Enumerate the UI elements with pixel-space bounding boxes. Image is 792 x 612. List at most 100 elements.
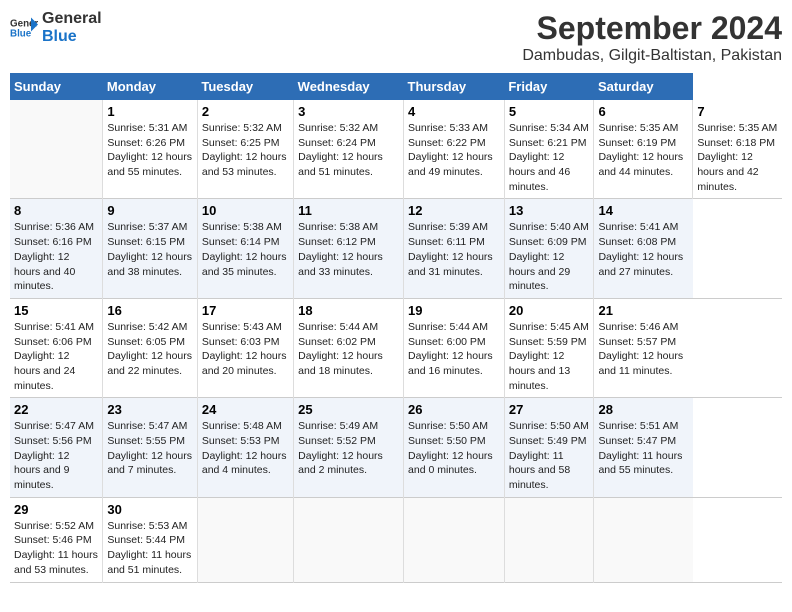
day-number: 2: [202, 104, 289, 119]
day-info: Sunrise: 5:45 AM Sunset: 5:59 PM Dayligh…: [509, 320, 590, 393]
day-number: 10: [202, 203, 289, 218]
calendar-cell: [294, 497, 404, 582]
day-info: Sunrise: 5:38 AM Sunset: 6:12 PM Dayligh…: [298, 220, 399, 279]
day-info: Sunrise: 5:34 AM Sunset: 6:21 PM Dayligh…: [509, 121, 590, 194]
calendar-cell: 3 Sunrise: 5:32 AM Sunset: 6:24 PM Dayli…: [294, 100, 404, 199]
day-number: 15: [14, 303, 98, 318]
day-number: 13: [509, 203, 590, 218]
calendar-week-3: 15 Sunrise: 5:41 AM Sunset: 6:06 PM Dayl…: [10, 298, 782, 397]
day-info: Sunrise: 5:41 AM Sunset: 6:06 PM Dayligh…: [14, 320, 98, 393]
day-info: Sunrise: 5:44 AM Sunset: 6:02 PM Dayligh…: [298, 320, 399, 379]
calendar-cell: 15 Sunrise: 5:41 AM Sunset: 6:06 PM Dayl…: [10, 298, 103, 397]
calendar-cell: 18 Sunrise: 5:44 AM Sunset: 6:02 PM Dayl…: [294, 298, 404, 397]
day-number: 8: [14, 203, 98, 218]
day-info: Sunrise: 5:36 AM Sunset: 6:16 PM Dayligh…: [14, 220, 98, 293]
calendar-table: SundayMondayTuesdayWednesdayThursdayFrid…: [10, 73, 782, 583]
calendar-cell: 30 Sunrise: 5:53 AM Sunset: 5:44 PM Dayl…: [103, 497, 198, 582]
day-info: Sunrise: 5:53 AM Sunset: 5:44 PM Dayligh…: [107, 519, 193, 578]
day-number: 1: [107, 104, 193, 119]
header-cell-tuesday: Tuesday: [197, 73, 293, 100]
calendar-cell: 29 Sunrise: 5:52 AM Sunset: 5:46 PM Dayl…: [10, 497, 103, 582]
calendar-body: 1 Sunrise: 5:31 AM Sunset: 6:26 PM Dayli…: [10, 100, 782, 582]
day-number: 17: [202, 303, 289, 318]
day-info: Sunrise: 5:33 AM Sunset: 6:22 PM Dayligh…: [408, 121, 500, 180]
calendar-week-2: 8 Sunrise: 5:36 AM Sunset: 6:16 PM Dayli…: [10, 199, 782, 298]
calendar-week-4: 22 Sunrise: 5:47 AM Sunset: 5:56 PM Dayl…: [10, 398, 782, 497]
day-info: Sunrise: 5:51 AM Sunset: 5:47 PM Dayligh…: [598, 419, 688, 478]
calendar-cell: 16 Sunrise: 5:42 AM Sunset: 6:05 PM Dayl…: [103, 298, 198, 397]
day-info: Sunrise: 5:52 AM Sunset: 5:46 PM Dayligh…: [14, 519, 98, 578]
calendar-cell: 28 Sunrise: 5:51 AM Sunset: 5:47 PM Dayl…: [594, 398, 693, 497]
day-number: 19: [408, 303, 500, 318]
day-number: 16: [107, 303, 193, 318]
calendar-cell: 19 Sunrise: 5:44 AM Sunset: 6:00 PM Dayl…: [404, 298, 505, 397]
calendar-cell: 6 Sunrise: 5:35 AM Sunset: 6:19 PM Dayli…: [594, 100, 693, 199]
calendar-cell: 25 Sunrise: 5:49 AM Sunset: 5:52 PM Dayl…: [294, 398, 404, 497]
calendar-cell: 5 Sunrise: 5:34 AM Sunset: 6:21 PM Dayli…: [504, 100, 594, 199]
header-cell-sunday: Sunday: [10, 73, 103, 100]
calendar-cell: 12 Sunrise: 5:39 AM Sunset: 6:11 PM Dayl…: [404, 199, 505, 298]
day-info: Sunrise: 5:46 AM Sunset: 5:57 PM Dayligh…: [598, 320, 688, 379]
calendar-cell: [404, 497, 505, 582]
calendar-cell: 27 Sunrise: 5:50 AM Sunset: 5:49 PM Dayl…: [504, 398, 594, 497]
calendar-cell: [197, 497, 293, 582]
calendar-cell: 13 Sunrise: 5:40 AM Sunset: 6:09 PM Dayl…: [504, 199, 594, 298]
header-cell-saturday: Saturday: [594, 73, 693, 100]
day-number: 23: [107, 402, 193, 417]
calendar-cell: 4 Sunrise: 5:33 AM Sunset: 6:22 PM Dayli…: [404, 100, 505, 199]
title-block: September 2024 Dambudas, Gilgit-Baltista…: [522, 10, 782, 65]
day-info: Sunrise: 5:49 AM Sunset: 5:52 PM Dayligh…: [298, 419, 399, 478]
day-info: Sunrise: 5:42 AM Sunset: 6:05 PM Dayligh…: [107, 320, 193, 379]
day-info: Sunrise: 5:38 AM Sunset: 6:14 PM Dayligh…: [202, 220, 289, 279]
day-info: Sunrise: 5:43 AM Sunset: 6:03 PM Dayligh…: [202, 320, 289, 379]
calendar-cell: 20 Sunrise: 5:45 AM Sunset: 5:59 PM Dayl…: [504, 298, 594, 397]
calendar-cell: 21 Sunrise: 5:46 AM Sunset: 5:57 PM Dayl…: [594, 298, 693, 397]
day-number: 20: [509, 303, 590, 318]
day-info: Sunrise: 5:41 AM Sunset: 6:08 PM Dayligh…: [598, 220, 688, 279]
logo-line1: General: [42, 10, 102, 28]
day-number: 11: [298, 203, 399, 218]
day-number: 5: [509, 104, 590, 119]
day-number: 29: [14, 502, 98, 517]
day-info: Sunrise: 5:35 AM Sunset: 6:18 PM Dayligh…: [697, 121, 778, 194]
day-number: 7: [697, 104, 778, 119]
page-header: General Blue General Blue September 2024…: [10, 10, 782, 65]
day-info: Sunrise: 5:47 AM Sunset: 5:56 PM Dayligh…: [14, 419, 98, 492]
calendar-cell: 26 Sunrise: 5:50 AM Sunset: 5:50 PM Dayl…: [404, 398, 505, 497]
day-number: 3: [298, 104, 399, 119]
calendar-header: SundayMondayTuesdayWednesdayThursdayFrid…: [10, 73, 782, 100]
day-info: Sunrise: 5:50 AM Sunset: 5:49 PM Dayligh…: [509, 419, 590, 492]
calendar-week-1: 1 Sunrise: 5:31 AM Sunset: 6:26 PM Dayli…: [10, 100, 782, 199]
day-number: 27: [509, 402, 590, 417]
day-number: 30: [107, 502, 193, 517]
day-number: 18: [298, 303, 399, 318]
calendar-cell: 23 Sunrise: 5:47 AM Sunset: 5:55 PM Dayl…: [103, 398, 198, 497]
day-number: 14: [598, 203, 688, 218]
day-info: Sunrise: 5:48 AM Sunset: 5:53 PM Dayligh…: [202, 419, 289, 478]
day-number: 6: [598, 104, 688, 119]
header-cell-friday: Friday: [504, 73, 594, 100]
calendar-cell: 17 Sunrise: 5:43 AM Sunset: 6:03 PM Dayl…: [197, 298, 293, 397]
day-info: Sunrise: 5:35 AM Sunset: 6:19 PM Dayligh…: [598, 121, 688, 180]
day-number: 24: [202, 402, 289, 417]
calendar-cell: 9 Sunrise: 5:37 AM Sunset: 6:15 PM Dayli…: [103, 199, 198, 298]
header-cell-monday: Monday: [103, 73, 198, 100]
calendar-cell: 8 Sunrise: 5:36 AM Sunset: 6:16 PM Dayli…: [10, 199, 103, 298]
header-cell-thursday: Thursday: [404, 73, 505, 100]
page-title: September 2024: [522, 10, 782, 47]
calendar-cell: 11 Sunrise: 5:38 AM Sunset: 6:12 PM Dayl…: [294, 199, 404, 298]
day-number: 22: [14, 402, 98, 417]
day-info: Sunrise: 5:32 AM Sunset: 6:25 PM Dayligh…: [202, 121, 289, 180]
calendar-cell: 14 Sunrise: 5:41 AM Sunset: 6:08 PM Dayl…: [594, 199, 693, 298]
day-number: 12: [408, 203, 500, 218]
calendar-cell: [10, 100, 103, 199]
calendar-week-5: 29 Sunrise: 5:52 AM Sunset: 5:46 PM Dayl…: [10, 497, 782, 582]
day-number: 4: [408, 104, 500, 119]
day-number: 25: [298, 402, 399, 417]
page-subtitle: Dambudas, Gilgit-Baltistan, Pakistan: [522, 47, 782, 65]
day-info: Sunrise: 5:40 AM Sunset: 6:09 PM Dayligh…: [509, 220, 590, 293]
day-info: Sunrise: 5:47 AM Sunset: 5:55 PM Dayligh…: [107, 419, 193, 478]
day-info: Sunrise: 5:50 AM Sunset: 5:50 PM Dayligh…: [408, 419, 500, 478]
day-info: Sunrise: 5:44 AM Sunset: 6:00 PM Dayligh…: [408, 320, 500, 379]
logo: General Blue General Blue: [10, 10, 102, 45]
